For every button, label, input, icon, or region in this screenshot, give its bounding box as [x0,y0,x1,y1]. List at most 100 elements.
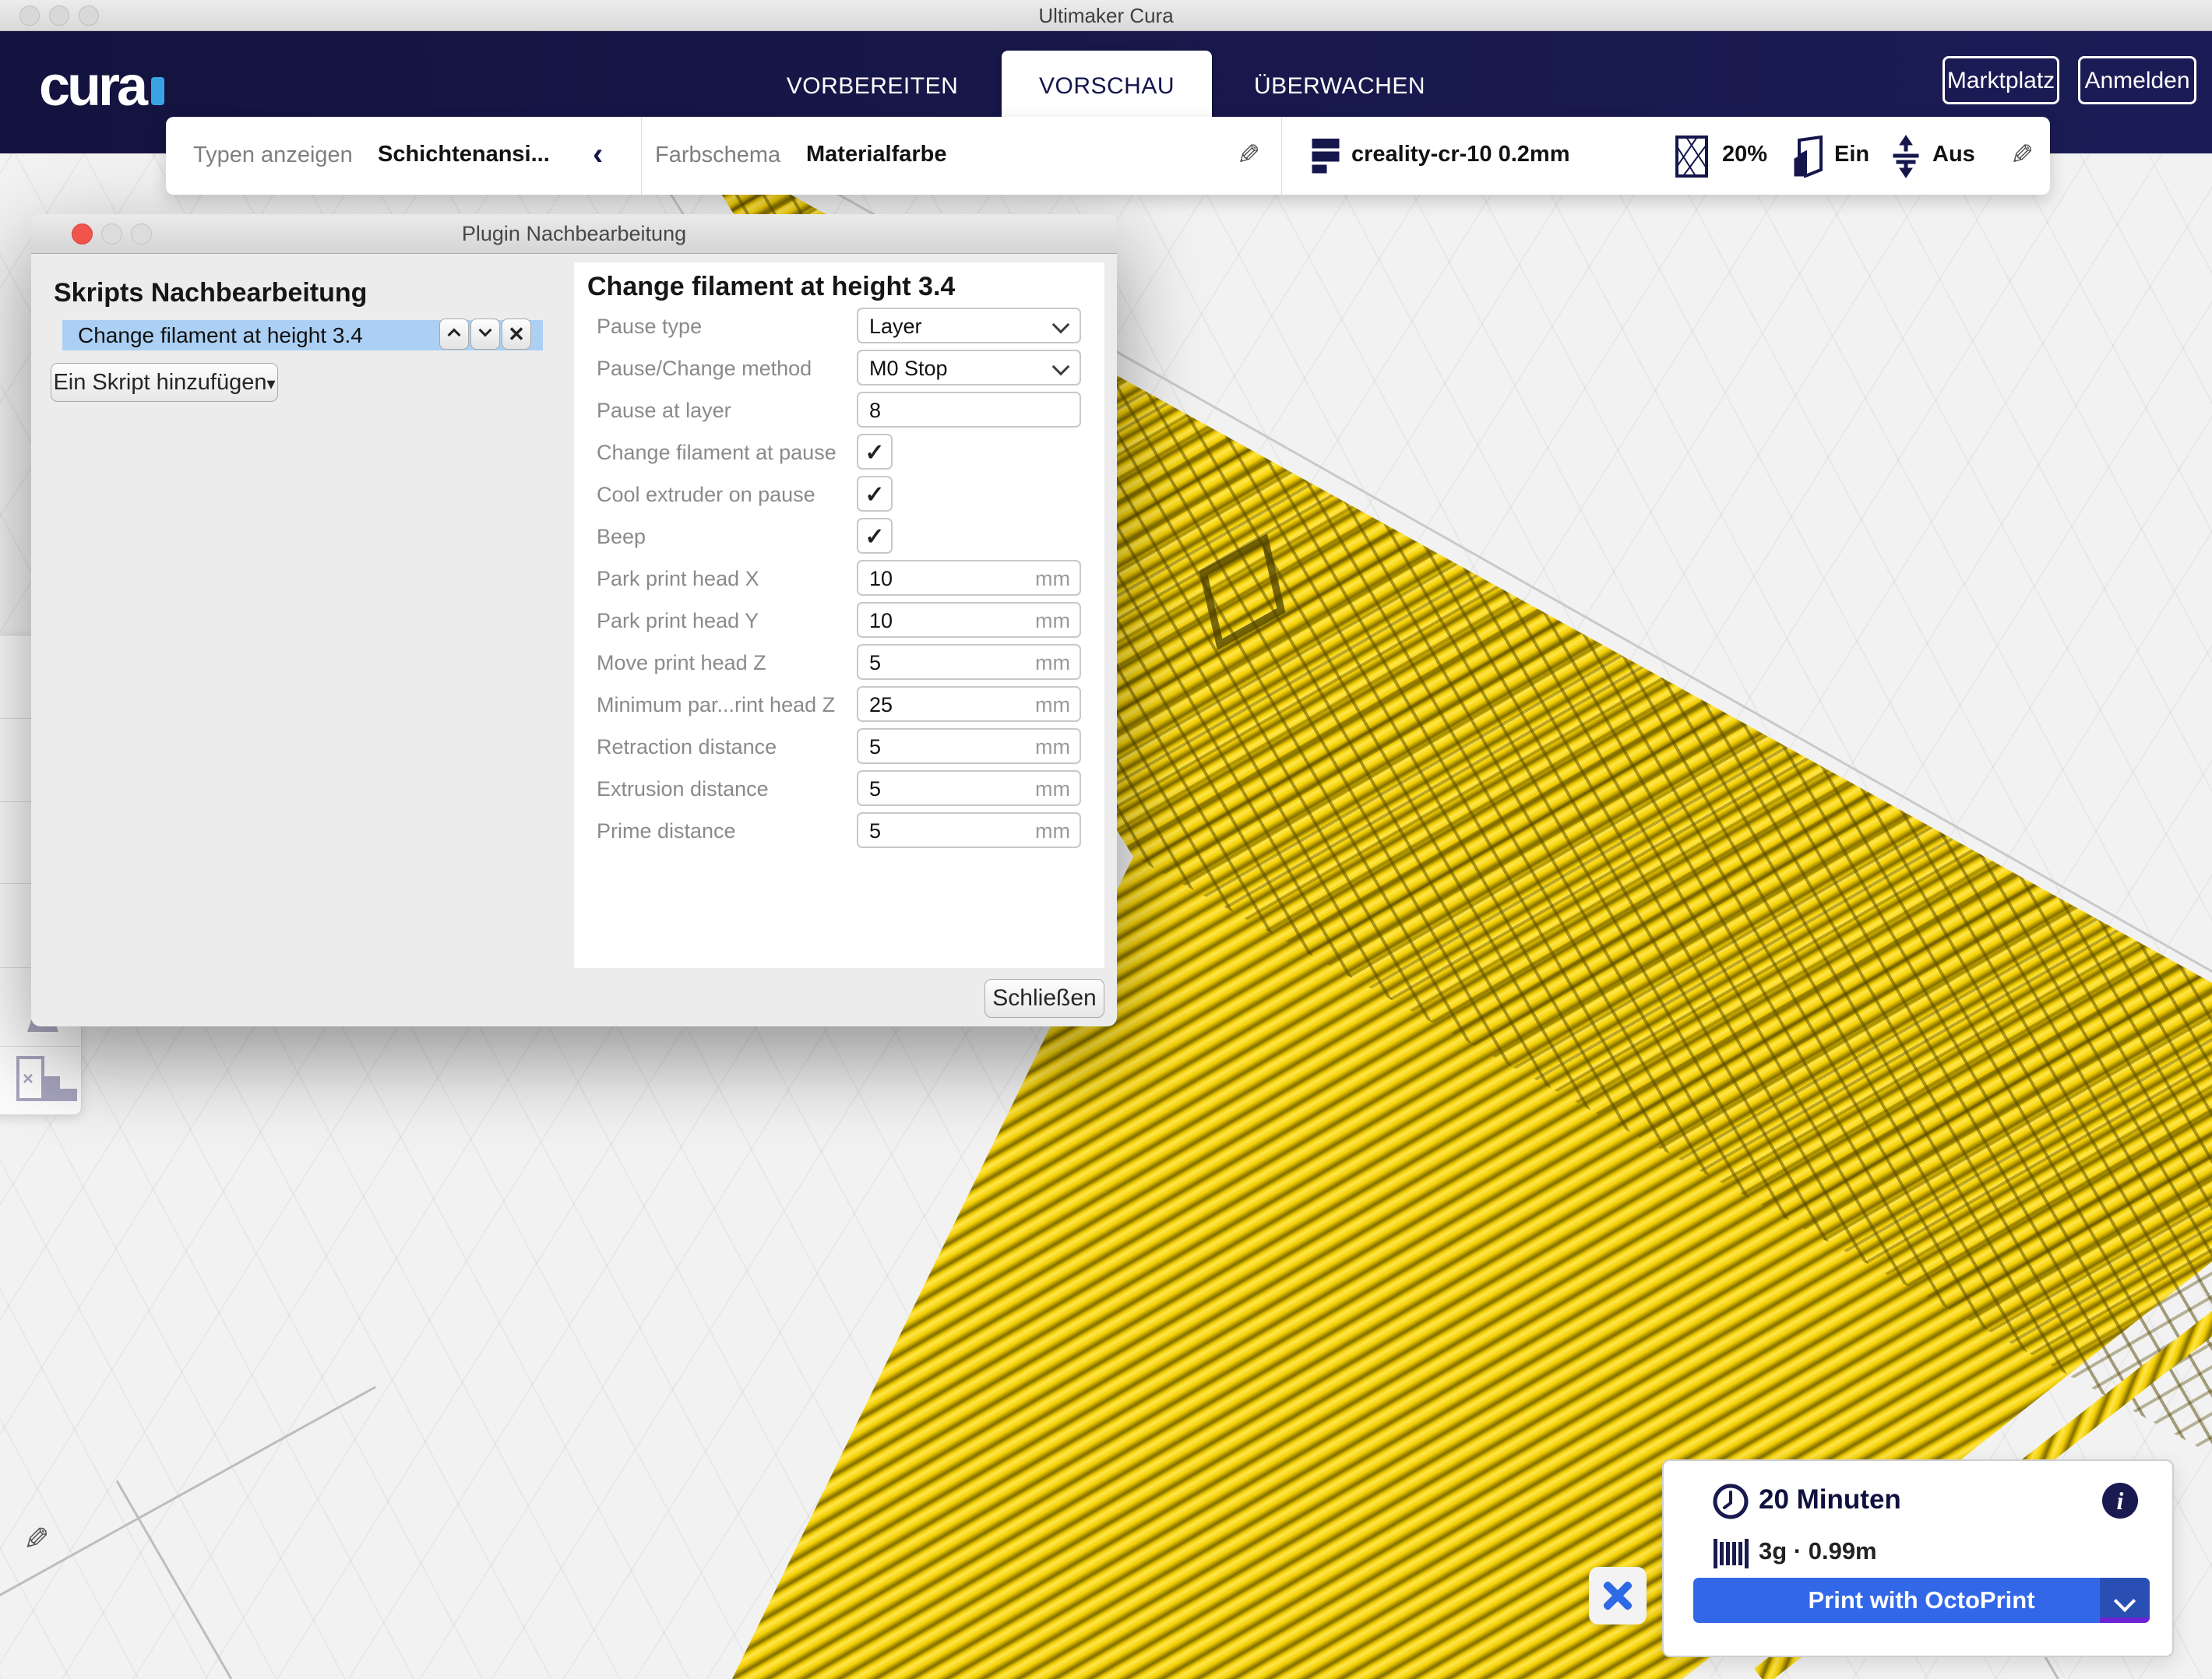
setting-input[interactable]: 25mm [857,686,1081,722]
infill-value[interactable]: 20% [1722,142,1767,167]
settings-heading: Change filament at height 3.4 [587,272,955,302]
dialog-title: Plugin Nachbearbeitung [31,222,1117,246]
view-type-label: Typen anzeigen [193,143,353,168]
setting-value: 10 [869,567,893,590]
setting-dropdown[interactable]: M0 Stop [857,350,1081,385]
tab-ueberwachen[interactable]: ÜBERWACHEN [1246,51,1433,122]
view-type-dropdown[interactable]: Schichtenansi... [378,142,550,167]
tab-vorschau[interactable]: VORSCHAU [1002,51,1212,122]
setting-row: Cool extruder on pause ✓ [574,476,1104,512]
setting-input[interactable]: 5 mm [857,728,1081,764]
settings-rows: Pause typeLayer Pause/Change method M0 Sto… [574,308,1104,854]
setting-row: Pause at layer 8 [574,392,1104,428]
print-button-label: Print with OctoPrint [1808,1586,2034,1614]
setting-row: Beep ✓ [574,518,1104,554]
setting-unit: mm [1035,567,1070,591]
window-title: Ultimaker Cura [0,4,2212,28]
dialog-titlebar[interactable]: Plugin Nachbearbeitung [31,214,1117,254]
edit-print-settings-pencil-icon[interactable]: ✎ [2010,139,2034,171]
remove-script-button[interactable]: ✕ [502,319,531,350]
toolbar-divider [1281,117,1282,195]
print-options-chevron[interactable] [2100,1578,2150,1623]
setting-input[interactable]: 5 mm [857,644,1081,680]
move-script-down-button[interactable] [470,319,500,350]
setting-checkbox[interactable]: ✓ [857,434,893,470]
setting-label: Change filament at pause [597,441,837,465]
setting-value: 10 [869,609,893,632]
setting-unit: mm [1035,819,1070,843]
setting-unit: mm [1035,735,1070,759]
setting-input[interactable]: 5 mm [857,812,1081,848]
print-with-octoprint-button[interactable]: Print with OctoPrint [1693,1578,2150,1623]
setting-label: Park print head X [597,567,759,591]
info-icon[interactable]: i [2102,1483,2138,1519]
cura-app-window: × Ultimaker Cura cura VORBEREITEN VORSCH… [0,0,2212,1679]
support-value[interactable]: Ein [1834,142,1869,167]
adhesion-icon [1889,134,1923,179]
cura-logo-dot-icon [151,77,164,105]
stage-toolbar: Typen anzeigen Schichtenansi... ‹ Farbsc… [166,117,2050,195]
setting-label: Cool extruder on pause [597,483,815,507]
setting-value: 5 [869,735,881,759]
infill-icon [1675,136,1708,178]
printer-icon [1311,139,1342,174]
setting-row: Change filament at pause ✓ [574,434,1104,470]
setting-input[interactable]: 10mm [857,602,1081,638]
marketplace-button[interactable]: Marktplatz [1943,56,2059,104]
setting-checkbox[interactable]: ✓ [857,518,893,554]
dropdown-arrow-icon: ▾ [267,374,276,393]
script-settings-panel: Change filament at height 3.4 Pause type… [574,262,1104,968]
adhesion-value[interactable]: Aus [1932,142,1975,167]
support-icon [1790,136,1826,178]
move-script-up-button[interactable] [439,319,469,350]
collapse-chevron-icon[interactable]: ‹ [593,137,603,172]
print-summary-card: 20 Minuten i 3g · 0.99m Print with OctoP… [1662,1459,2174,1657]
setting-label: Move print head Z [597,651,766,675]
setting-row: Prime distance5mm [574,812,1104,848]
color-scheme-dropdown[interactable]: Materialfarbe [806,142,947,167]
printer-profile[interactable]: creality-cr-10 0.2mm [1351,142,1570,167]
setting-label: Park print head Y [597,609,759,633]
setting-value: Layer [869,315,922,338]
setting-value: 5 [869,819,881,843]
setting-unit: mm [1035,693,1070,717]
setting-row: Pause typeLayer [574,308,1104,343]
close-dialog-button[interactable]: Schließen [984,979,1104,1018]
post-processing-dialog: Plugin Nachbearbeitung Skripts Nachbearb… [31,214,1117,1026]
setting-label: Beep [597,525,646,549]
cura-logo: cura [39,55,164,118]
setting-label: Pause at layer [597,399,731,423]
material-estimate: 3g · 0.99m [1759,1537,1877,1565]
monitor-tools-button[interactable] [1589,1567,1647,1624]
tab-vorbereiten[interactable]: VORBEREITEN [779,51,966,122]
signin-button[interactable]: Anmelden [2078,56,2196,104]
tool-support-blocker[interactable]: × [0,1046,81,1115]
setting-input[interactable]: 10 mm [857,560,1081,596]
material-spool-icon [1714,1539,1749,1568]
setting-value: 5 [869,651,881,674]
scripts-heading: Skripts Nachbearbeitung [54,278,367,308]
print-button-accent [2100,1617,2150,1623]
setting-label: Minimum par...rint head Z [597,693,835,717]
setting-input[interactable]: 5mm [857,770,1081,806]
add-script-dropdown[interactable]: Ein Skript hinzufügen▾ [51,363,278,402]
setting-label: Retraction distance [597,735,777,759]
setting-row: Pause/Change method M0 Stop [574,350,1104,385]
setting-row: Park print head X 10 mm [574,560,1104,596]
setting-checkbox[interactable]: ✓ [857,476,893,512]
setting-input[interactable]: 8 [857,392,1081,428]
setting-label: Pause/Change method [597,357,812,381]
setting-unit: mm [1035,651,1070,675]
setting-value: 8 [869,399,881,422]
edit-scheme-pencil-icon[interactable]: ✎ [1237,139,1260,171]
rename-model-pencil-icon[interactable]: ✎ [23,1522,50,1558]
setting-dropdown[interactable]: Layer [857,308,1081,343]
dropdown-chevron-icon [1052,316,1070,334]
dropdown-chevron-icon [1052,358,1070,376]
color-scheme-label: Farbschema [655,143,780,168]
clock-icon [1712,1483,1749,1520]
setting-row: Move print head Z 5 mm [574,644,1104,680]
setting-row: Extrusion distance5mm [574,770,1104,806]
toolbar-divider [641,117,642,195]
add-script-label: Ein Skript hinzufügen [53,370,266,395]
